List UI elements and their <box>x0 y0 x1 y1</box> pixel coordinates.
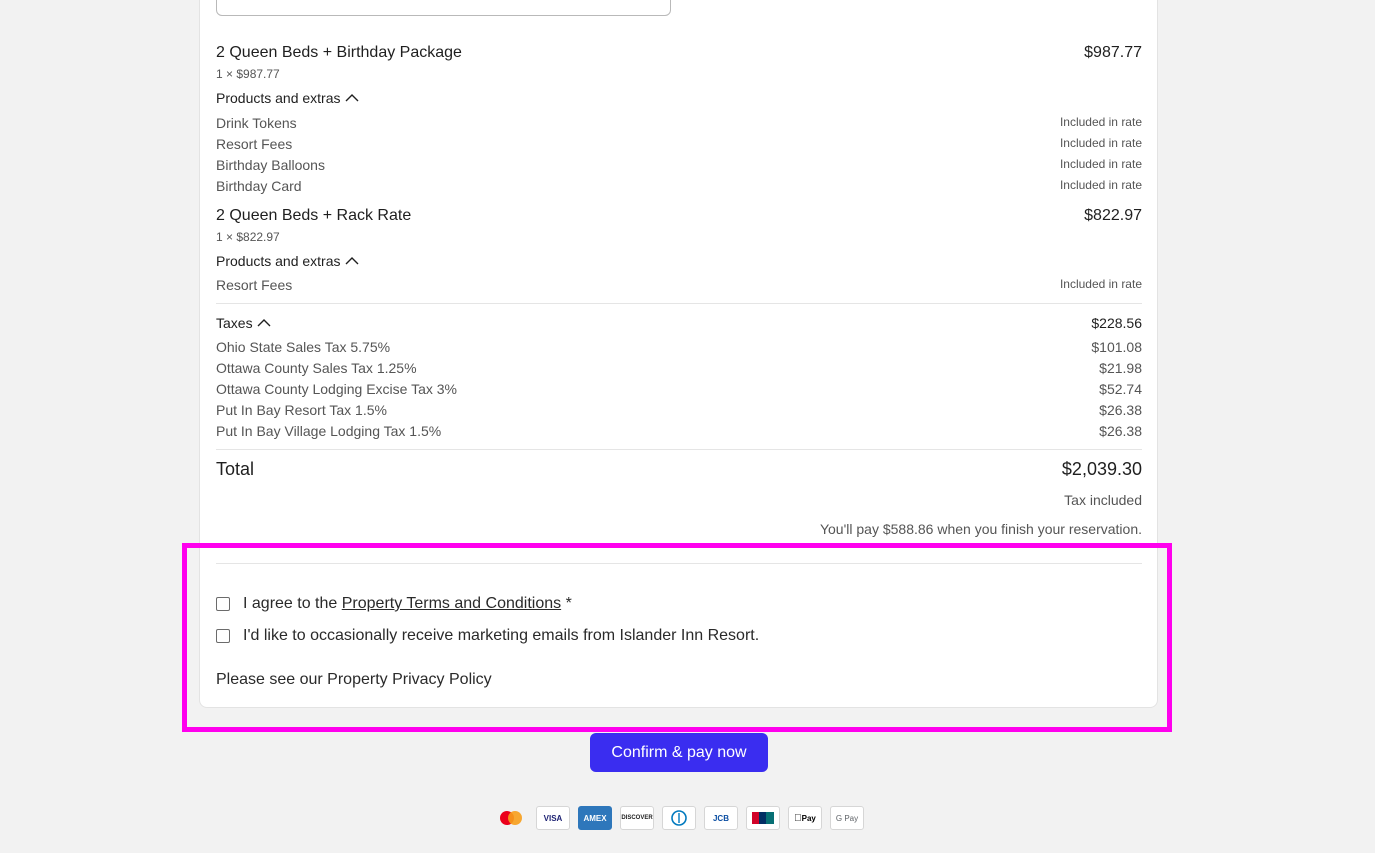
taxes-label: Taxes <box>216 315 253 331</box>
terms-link[interactable]: Property Terms and Conditions <box>342 595 561 613</box>
terms-checkbox[interactable] <box>216 597 230 611</box>
confirm-pay-button[interactable]: Confirm & pay now <box>590 733 768 772</box>
tax-item-value: $21.98 <box>1099 360 1142 376</box>
tax-item-name: Put In Bay Resort Tax 1.5% <box>216 402 387 418</box>
divider <box>216 563 1142 564</box>
extra-item-value: Included in rate <box>1059 277 1142 291</box>
tax-item-value: $101.08 <box>1091 339 1142 355</box>
divider <box>216 449 1142 450</box>
room-title: 2 Queen Beds + Rack Rate <box>216 207 412 224</box>
extra-item-name: Resort Fees <box>216 277 293 293</box>
room-price: $822.97 <box>1084 207 1142 224</box>
room-qty-line: 1 × $987.77 <box>216 67 280 81</box>
extra-item-value: Included in rate <box>1059 136 1142 150</box>
marketing-label: I'd like to occasionally receive marketi… <box>243 627 760 644</box>
room-qty-line: 1 × $822.97 <box>216 230 280 244</box>
unionpay-icon <box>746 806 780 830</box>
taxes-total: $228.56 <box>1091 315 1142 331</box>
tax-item-name: Ohio State Sales Tax 5.75% <box>216 339 391 355</box>
divider <box>216 303 1142 304</box>
terms-row: I agree to the Property Terms and Condit… <box>216 595 572 613</box>
apple-pay-label: Pay <box>797 813 816 823</box>
payment-methods: VISA AMEX DISCOVER JCB Pay G Pay <box>494 806 864 830</box>
tax-item-value: $26.38 <box>1099 423 1142 439</box>
room-price: $987.77 <box>1084 44 1142 61</box>
mastercard-icon <box>494 806 528 830</box>
marketing-checkbox[interactable] <box>216 629 230 643</box>
products-extras-toggle[interactable]: Products and extras <box>216 253 359 269</box>
products-extras-toggle[interactable]: Products and extras <box>216 90 359 106</box>
extra-item-name: Resort Fees <box>216 136 293 152</box>
required-mark: * <box>565 595 572 612</box>
extra-item-value: Included in rate <box>1059 115 1142 129</box>
marketing-row: I'd like to occasionally receive marketi… <box>216 627 759 645</box>
extra-item-name: Birthday Card <box>216 178 302 194</box>
tax-item-value: $52.74 <box>1099 381 1142 397</box>
room-title: 2 Queen Beds + Birthday Package <box>216 44 462 61</box>
google-pay-icon: G Pay <box>830 806 864 830</box>
extra-item-name: Birthday Balloons <box>216 157 325 173</box>
chevron-up-icon <box>345 94 359 102</box>
chevron-up-icon <box>345 257 359 265</box>
extra-item-value: Included in rate <box>1059 157 1142 171</box>
chevron-up-icon <box>257 319 271 327</box>
diners-club-icon <box>662 806 696 830</box>
products-extras-label: Products and extras <box>216 253 341 269</box>
discover-icon: DISCOVER <box>620 806 654 830</box>
privacy-policy-text[interactable]: Please see our Property Privacy Policy <box>216 671 492 689</box>
tax-item-value: $26.38 <box>1099 402 1142 418</box>
tax-included-note: Tax included <box>1064 492 1142 508</box>
products-extras-label: Products and extras <box>216 90 341 106</box>
terms-prefix: I agree to the <box>243 595 338 612</box>
tax-item-name: Ottawa County Lodging Excise Tax 3% <box>216 381 457 397</box>
total-label: Total <box>216 459 255 479</box>
visa-icon: VISA <box>536 806 570 830</box>
jcb-icon: JCB <box>704 806 738 830</box>
top-input-field[interactable] <box>216 0 671 16</box>
extra-item-name: Drink Tokens <box>216 115 297 131</box>
tax-item-name: Ottawa County Sales Tax 1.25% <box>216 360 417 376</box>
pay-later-note: You'll pay $588.86 when you finish your … <box>819 521 1142 537</box>
taxes-toggle[interactable]: Taxes <box>216 315 271 331</box>
extra-item-value: Included in rate <box>1059 178 1142 192</box>
tax-item-name: Put In Bay Village Lodging Tax 1.5% <box>216 423 442 439</box>
total-value: $2,039.30 <box>1061 459 1142 479</box>
amex-icon: AMEX <box>578 806 612 830</box>
apple-pay-icon: Pay <box>788 806 822 830</box>
